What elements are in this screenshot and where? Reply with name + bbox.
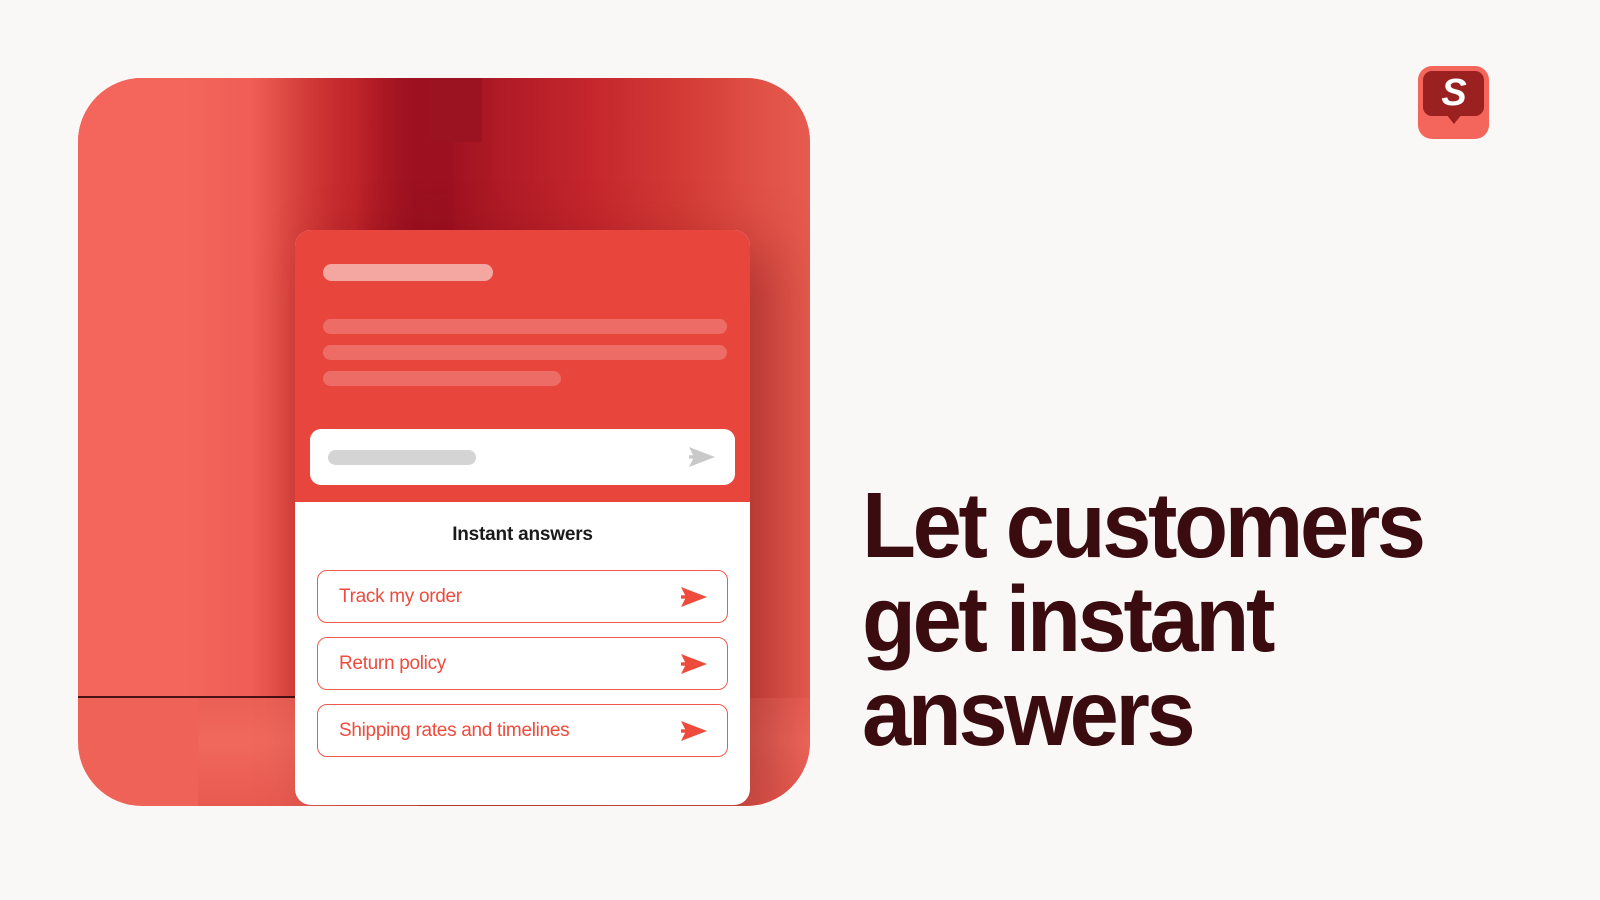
send-arrow-icon[interactable]	[687, 444, 717, 470]
chat-widget-header	[295, 230, 750, 502]
send-arrow-icon	[679, 652, 709, 676]
instant-answer-label: Track my order	[339, 585, 462, 607]
instant-answer-label: Return policy	[339, 652, 446, 674]
skeleton-body-line	[323, 345, 727, 360]
message-input[interactable]	[328, 449, 476, 465]
instant-answer-track-my-order[interactable]: Track my order	[317, 570, 728, 623]
message-composer[interactable]	[310, 429, 735, 485]
headline-line-2: get instant	[862, 567, 1275, 671]
scene-top-notch	[430, 78, 482, 142]
chat-widget: Instant answers Track my order Return po…	[295, 230, 750, 805]
headline-line-3: answers	[862, 661, 1196, 765]
instant-answers-panel: Instant answers Track my order Return po…	[295, 502, 750, 785]
send-arrow-icon	[679, 585, 709, 609]
instant-answer-return-policy[interactable]: Return policy	[317, 637, 728, 690]
skeleton-body-line	[323, 371, 561, 386]
instant-answer-shipping-rates-and-timelines[interactable]: Shipping rates and timelines	[317, 704, 728, 757]
illustration-scene: Instant answers Track my order Return po…	[78, 78, 810, 806]
headline-line-1: Let customers	[862, 473, 1426, 577]
speech-bubble-icon: S	[1423, 71, 1484, 116]
instant-answers-title: Instant answers	[452, 524, 593, 545]
send-arrow-icon	[679, 719, 709, 743]
instant-answer-label: Shipping rates and timelines	[339, 719, 570, 741]
skeleton-body-line	[323, 319, 727, 334]
scene-floor-corner	[78, 698, 198, 806]
page-headline: Let customers get instant answers	[862, 478, 1489, 760]
brand-logo-letter: S	[1441, 72, 1466, 114]
skeleton-title-bar	[323, 264, 493, 281]
speech-bubble-tail-icon	[1446, 114, 1462, 124]
brand-logo[interactable]: S	[1418, 66, 1489, 139]
